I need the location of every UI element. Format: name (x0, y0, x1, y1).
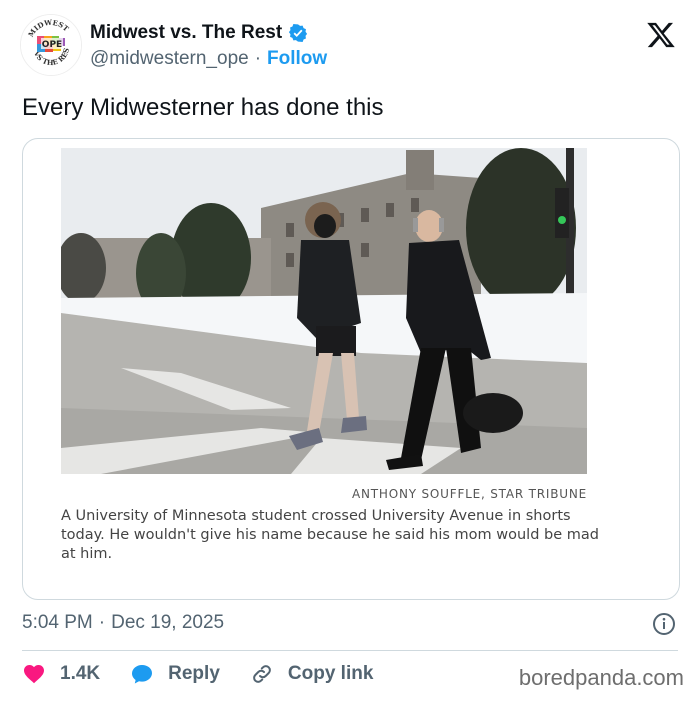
display-name[interactable]: Midwest vs. The Rest (90, 22, 282, 44)
avatar-logo: MIDWEST VS THE REST OPE (21, 15, 81, 75)
x-logo-icon[interactable] (646, 20, 676, 50)
info-icon[interactable] (652, 612, 676, 636)
news-photo (61, 148, 587, 474)
watermark: boredpanda.com (518, 665, 684, 690)
photo-credit: ANTHONY SOUFFLE, STAR TRIBUNE (351, 487, 587, 501)
reply-bubble-icon (132, 665, 153, 684)
tweet-date: Dec 19, 2025 (111, 612, 225, 633)
link-icon (253, 665, 271, 683)
follow-button[interactable]: Follow (267, 48, 327, 70)
tweet-text: Every Midwesterner has done this (22, 94, 384, 121)
author-name-row: Midwest vs. The Rest (90, 22, 308, 44)
verified-badge-icon (289, 24, 308, 42)
copy-link-button[interactable]: Copy link (250, 662, 374, 686)
copy-link-label: Copy link (287, 663, 374, 684)
tweet-media[interactable]: ANTHONY SOUFFLE, STAR TRIBUNE A Universi… (22, 138, 680, 600)
divider (22, 650, 678, 651)
tweet-timestamp[interactable]: 5:04 PM · Dec 19, 2025 (22, 612, 224, 634)
timestamp-separator: · (98, 612, 106, 633)
handle-separator: · (254, 48, 262, 69)
reply-label: Reply (168, 663, 220, 684)
avatar-middle-text: OPE (42, 40, 62, 50)
like-button[interactable]: 1.4K (22, 662, 100, 686)
likes-count: 1.4K (60, 663, 101, 684)
tweet-actions: 1.4K Reply Copy link (22, 662, 403, 686)
author-handle[interactable]: @midwestern_ope (90, 48, 249, 70)
avatar[interactable]: MIDWEST VS THE REST OPE (20, 14, 82, 76)
photo-caption: A University of Minnesota student crosse… (61, 508, 599, 562)
tweet-time: 5:04 PM (22, 612, 93, 633)
heart-icon (24, 665, 44, 684)
tweet-header: MIDWEST VS THE REST OPE Midwest vs. The … (20, 14, 688, 78)
reply-button[interactable]: Reply (130, 662, 220, 686)
handle-row: @midwestern_ope · Follow (90, 48, 327, 70)
